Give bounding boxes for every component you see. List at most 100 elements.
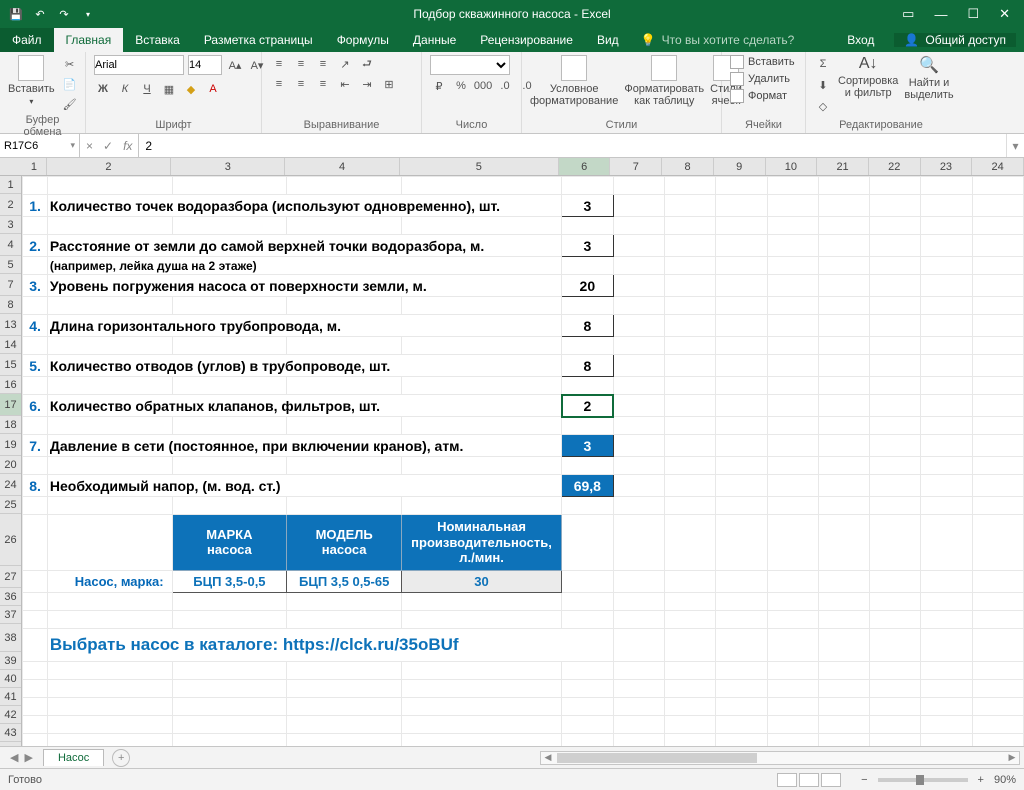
save-icon[interactable]: 💾 — [8, 6, 24, 22]
format-cells[interactable]: Формат — [730, 89, 787, 103]
enter-formula-icon[interactable]: ✓ — [103, 139, 113, 153]
formula-bar[interactable]: 2 — [139, 134, 1006, 157]
sign-in[interactable]: Вход — [835, 33, 886, 47]
align-left-icon[interactable]: ≡ — [270, 75, 288, 93]
indent-inc-icon[interactable]: ⇥ — [358, 75, 376, 93]
indent-dec-icon[interactable]: ⇤ — [336, 75, 354, 93]
row-header[interactable]: 13 — [0, 314, 21, 336]
border-icon[interactable]: ▦ — [160, 80, 178, 98]
sheet-nav-prev-icon[interactable]: ◀ — [10, 751, 18, 764]
row-header[interactable]: 19 — [0, 434, 21, 456]
align-bottom-icon[interactable]: ≡ — [314, 55, 332, 73]
currency-icon[interactable]: ₽ — [430, 77, 448, 95]
column-header[interactable]: 2 — [47, 158, 171, 175]
font-color-icon[interactable]: A — [204, 80, 222, 98]
wrap-icon[interactable]: ⮐ — [358, 55, 376, 73]
format-table-button[interactable]: Форматировать как таблицу — [624, 55, 704, 107]
ribbon-options-icon[interactable]: ▭ — [902, 6, 914, 22]
fill-icon[interactable]: ⬇ — [814, 76, 832, 94]
decimal-inc-icon[interactable]: .0 — [496, 77, 514, 95]
sheet-tab[interactable]: Насос — [43, 749, 104, 766]
autosum-icon[interactable]: Σ — [814, 55, 832, 73]
row-header[interactable]: 20 — [0, 456, 21, 474]
copy-icon[interactable]: 📄 — [61, 75, 79, 93]
qat-dropdown-icon[interactable]: ▾ — [80, 6, 96, 22]
column-header[interactable]: 24 — [972, 158, 1024, 175]
row-header[interactable]: 16 — [0, 376, 21, 394]
param-value[interactable]: 20 — [562, 275, 614, 297]
number-format[interactable] — [430, 55, 510, 75]
tell-me[interactable]: 💡Что вы хотите сделать? — [631, 28, 805, 52]
delete-cells[interactable]: Удалить — [730, 72, 790, 86]
column-header[interactable]: 21 — [817, 158, 869, 175]
tab-layout[interactable]: Разметка страницы — [192, 28, 325, 52]
underline-icon[interactable]: Ч — [138, 80, 156, 98]
fx-icon[interactable]: fx — [123, 139, 132, 153]
minimize-icon[interactable]: — — [934, 7, 947, 22]
row-header[interactable]: 37 — [0, 606, 21, 624]
align-middle-icon[interactable]: ≡ — [292, 55, 310, 73]
param-value[interactable]: 3 — [562, 435, 614, 457]
row-header[interactable]: 36 — [0, 588, 21, 606]
row-header[interactable]: 4 — [0, 234, 21, 256]
row-headers[interactable]: 1234578131415161718192024252627363738394… — [0, 176, 22, 746]
row-header[interactable]: 18 — [0, 416, 21, 434]
format-painter-icon[interactable]: 🖌 — [61, 95, 79, 113]
row-header[interactable]: 2 — [0, 194, 21, 216]
name-box[interactable]: R17C6▾ — [0, 134, 80, 157]
param-value[interactable]: 8 — [562, 315, 614, 337]
maximize-icon[interactable]: ☐ — [967, 6, 979, 22]
tab-file[interactable]: Файл — [0, 28, 54, 52]
merge-icon[interactable]: ⊞ — [380, 75, 398, 93]
tab-review[interactable]: Рецензирование — [468, 28, 585, 52]
cut-icon[interactable]: ✂ — [61, 55, 79, 73]
row-header[interactable]: 25 — [0, 496, 21, 514]
row-header[interactable]: 27 — [0, 566, 21, 588]
tab-home[interactable]: Главная — [54, 28, 124, 52]
font-name[interactable] — [94, 55, 184, 75]
row-header[interactable]: 15 — [0, 354, 21, 376]
cond-format-button[interactable]: Условное форматирование — [530, 55, 618, 107]
param-value[interactable]: 2 — [562, 395, 614, 417]
row-header[interactable]: 42 — [0, 706, 21, 724]
italic-icon[interactable]: К — [116, 80, 134, 98]
column-header[interactable]: 22 — [869, 158, 921, 175]
column-header[interactable]: 10 — [766, 158, 818, 175]
undo-icon[interactable]: ↶ — [32, 6, 48, 22]
row-header[interactable]: 38 — [0, 624, 21, 652]
row-header[interactable]: 43 — [0, 724, 21, 742]
row-header[interactable]: 17 — [0, 394, 21, 416]
column-header[interactable]: 8 — [662, 158, 714, 175]
align-center-icon[interactable]: ≡ — [292, 75, 310, 93]
view-break-icon[interactable] — [821, 773, 841, 787]
insert-cells[interactable]: Вставить — [730, 55, 795, 69]
row-header[interactable]: 5 — [0, 256, 21, 274]
row-header[interactable]: 8 — [0, 296, 21, 314]
view-page-icon[interactable] — [799, 773, 819, 787]
param-value[interactable]: 8 — [562, 355, 614, 377]
align-top-icon[interactable]: ≡ — [270, 55, 288, 73]
spreadsheet-grid[interactable]: 1234567891021222324 12345781314151617181… — [0, 158, 1024, 746]
close-icon[interactable]: ✕ — [999, 6, 1010, 22]
row-header[interactable]: 41 — [0, 688, 21, 706]
comma-icon[interactable]: 000 — [474, 77, 492, 95]
sort-filter-button[interactable]: A↓Сортировка и фильтр — [838, 55, 898, 99]
tab-data[interactable]: Данные — [401, 28, 468, 52]
column-header[interactable]: 23 — [921, 158, 973, 175]
percent-icon[interactable]: % — [452, 77, 470, 95]
redo-icon[interactable]: ↷ — [56, 6, 72, 22]
orientation-icon[interactable]: ↗ — [336, 55, 354, 73]
zoom-in-icon[interactable]: + — [978, 774, 984, 786]
column-headers[interactable]: 1234567891021222324 — [0, 158, 1024, 176]
row-header[interactable]: 7 — [0, 274, 21, 296]
param-value[interactable]: 69,8 — [562, 475, 614, 497]
find-select-button[interactable]: 🔍Найти и выделить — [904, 55, 953, 101]
clear-icon[interactable]: ◇ — [814, 97, 832, 115]
sheet-nav-next-icon[interactable]: ▶ — [24, 751, 32, 764]
row-header[interactable]: 39 — [0, 652, 21, 670]
expand-formula-icon[interactable]: ▾ — [1006, 134, 1024, 157]
row-header[interactable]: 24 — [0, 474, 21, 496]
param-value[interactable]: 3 — [562, 195, 614, 217]
column-header[interactable]: 5 — [400, 158, 559, 175]
cancel-formula-icon[interactable]: × — [86, 139, 93, 153]
